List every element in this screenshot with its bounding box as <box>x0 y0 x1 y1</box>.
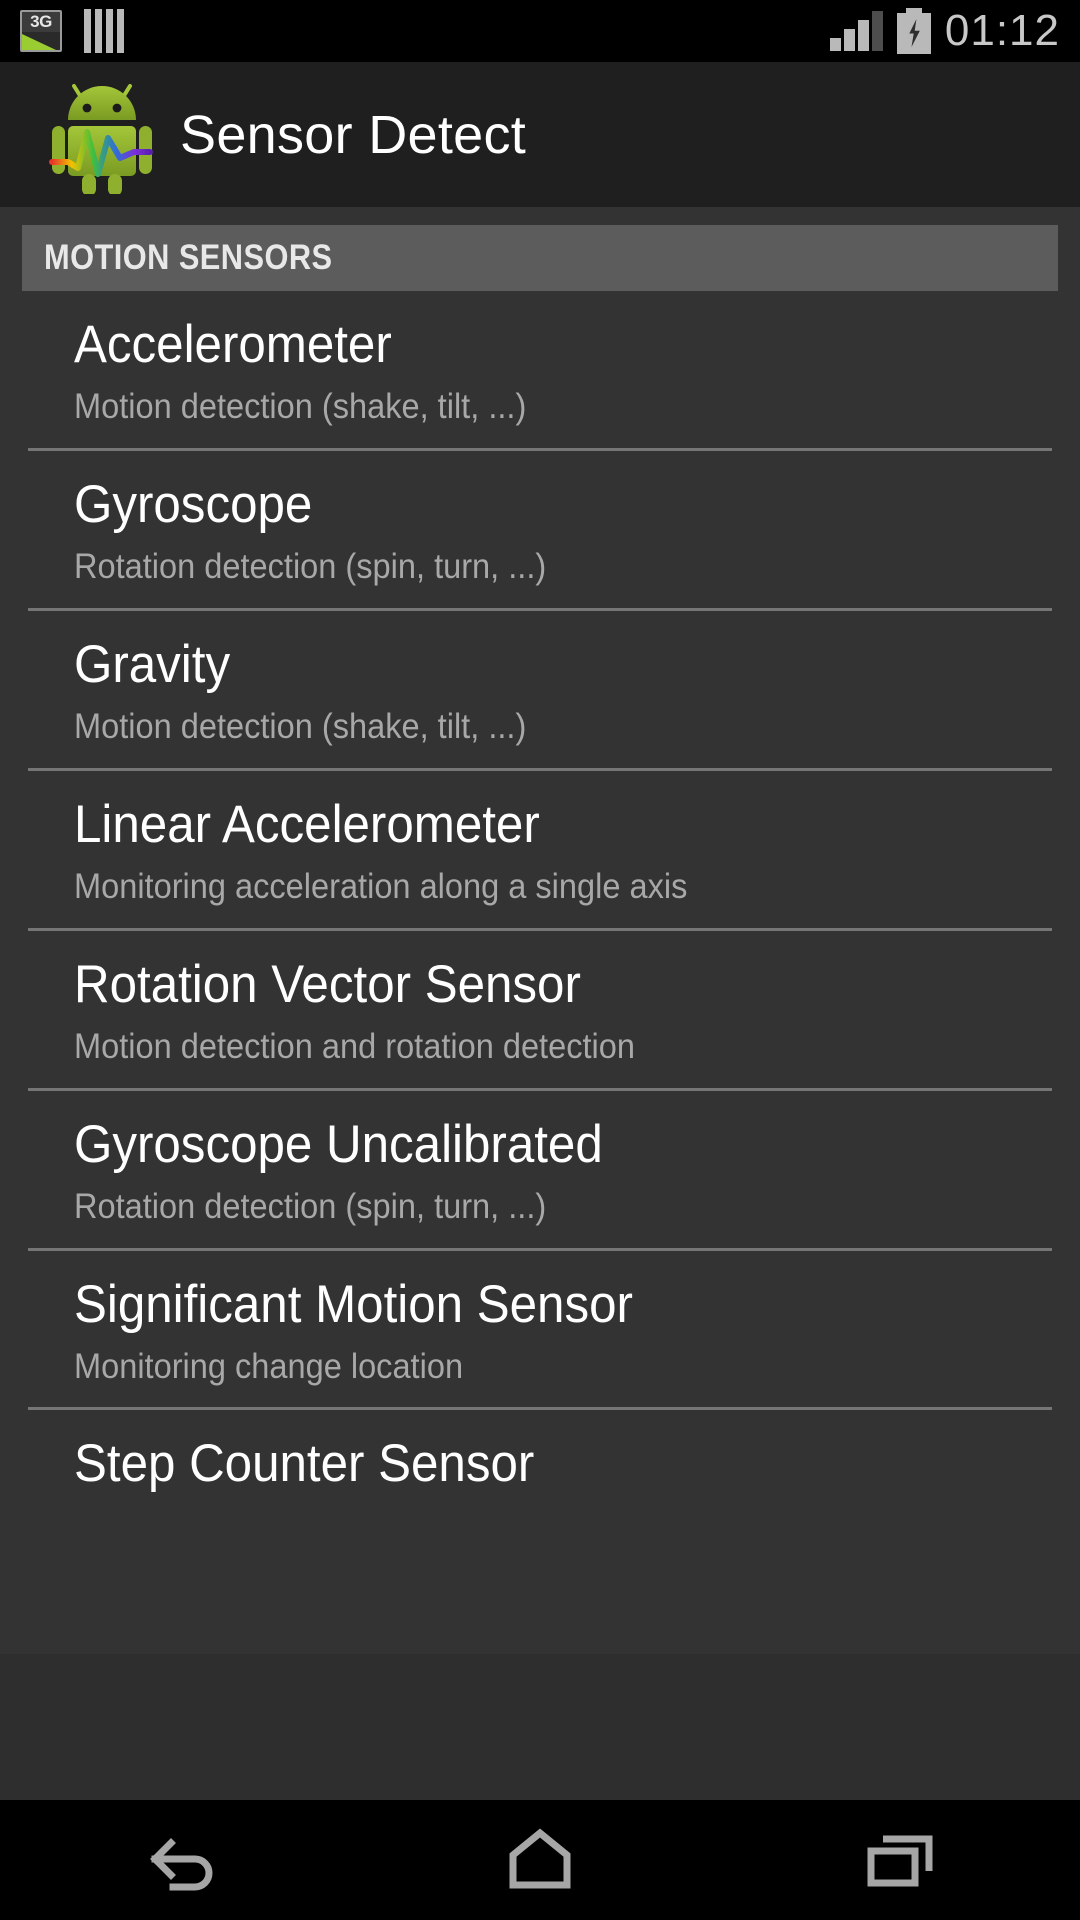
sensor-subtitle: Monitoring acceleration along a single a… <box>74 866 688 906</box>
navigation-bar <box>0 1800 1080 1920</box>
back-icon[interactable] <box>80 1800 280 1920</box>
list-item[interactable]: Gyroscope Rotation detection (spin, turn… <box>0 451 1080 608</box>
sensor-subtitle: Rotation detection (spin, turn, ...) <box>74 1186 547 1226</box>
status-bar-left-icons: 3G <box>20 9 124 53</box>
sensor-subtitle: Monitoring change location <box>74 1346 464 1386</box>
sensor-title: Gyroscope <box>74 474 313 534</box>
sensor-title: Accelerometer <box>74 315 392 374</box>
sensor-title: Step Counter Sensor <box>74 1434 535 1494</box>
sensor-list: Accelerometer Motion detection (shake, t… <box>0 291 1080 1531</box>
3g-label: 3G <box>30 12 52 31</box>
section-header-label: MOTION SENSORS <box>44 238 333 277</box>
sensor-subtitle: Motion detection (shake, tilt, ...) <box>74 707 527 747</box>
android-robot-waveform-icon <box>46 76 158 196</box>
list-item[interactable]: Significant Motion Sensor Monitoring cha… <box>0 1251 1080 1408</box>
list-item[interactable]: Rotation Vector Sensor Motion detection … <box>0 931 1080 1088</box>
sensor-subtitle: Motion detection and rotation detection <box>74 1026 635 1066</box>
sensor-subtitle: Rotation detection (spin, turn, ...) <box>74 547 547 587</box>
sensor-title: Significant Motion Sensor <box>74 1274 633 1334</box>
sensor-subtitle: Motion detection (shake, tilt, ...) <box>74 387 527 427</box>
section-header-motion-sensors: MOTION SENSORS <box>22 225 1058 291</box>
sensor-title: Gravity <box>74 634 231 694</box>
recent-apps-icon[interactable] <box>800 1800 1000 1920</box>
android-screen: 3G 01:12 Sensor Detect MOTION SENSORS Ac… <box>0 0 1080 1920</box>
status-bar: 3G 01:12 <box>0 0 1080 62</box>
sensor-title: Gyroscope Uncalibrated <box>74 1114 603 1174</box>
battery-charging-icon <box>896 8 931 54</box>
3g-activity-indicator <box>22 32 60 50</box>
3g-data-icon: 3G <box>20 10 62 52</box>
list-item[interactable]: Accelerometer Motion detection (shake, t… <box>0 291 1080 448</box>
list-item[interactable]: Linear Accelerometer Monitoring accelera… <box>0 771 1080 928</box>
home-icon[interactable] <box>440 1800 640 1920</box>
page-title: Sensor Detect <box>180 104 527 165</box>
status-bar-clock: 01:12 <box>944 6 1060 55</box>
list-item[interactable]: Gyroscope Uncalibrated Rotation detectio… <box>0 1091 1080 1248</box>
signal-strength-icon <box>829 11 883 51</box>
sensor-list-scroll-area[interactable]: MOTION SENSORS Accelerometer Motion dete… <box>0 207 1080 1654</box>
sim-bars-icon <box>84 9 124 53</box>
status-bar-right-icons: 01:12 <box>829 6 1060 55</box>
sensor-title: Rotation Vector Sensor <box>74 954 581 1014</box>
sensor-title: Linear Accelerometer <box>74 794 540 854</box>
list-item[interactable]: Gravity Motion detection (shake, tilt, .… <box>0 611 1080 768</box>
app-bar: Sensor Detect <box>0 62 1080 207</box>
list-item[interactable]: Step Counter Sensor <box>0 1410 1080 1530</box>
